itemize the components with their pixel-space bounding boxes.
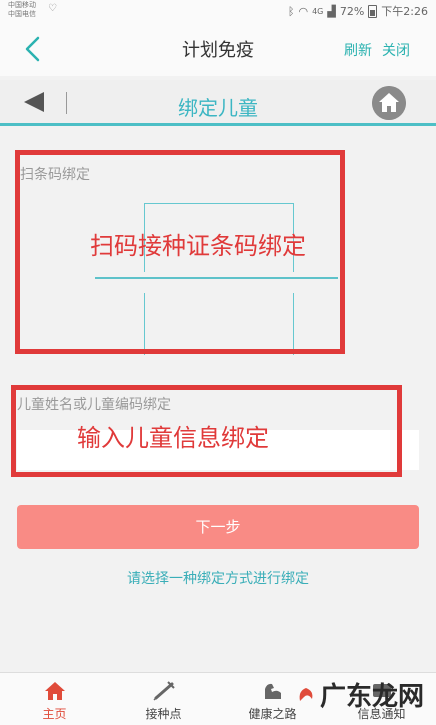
carrier-names: 中国移动 中国电信	[8, 1, 36, 19]
close-button[interactable]: 关闭	[382, 40, 410, 60]
status-bar: 中国移动 中国电信 ♡ ᛒ ◠ 4G ▟ 72% 下午2:26	[0, 0, 436, 22]
watermark: 广东龙网	[296, 676, 424, 713]
wifi-icon: ◠	[298, 4, 309, 18]
carrier-2: 中国电信	[8, 10, 36, 18]
home-icon[interactable]	[372, 86, 406, 120]
muscle-arm-icon	[264, 683, 281, 699]
house-icon	[44, 682, 65, 700]
back-chevron-icon[interactable]	[22, 35, 44, 63]
tab-home[interactable]: 主页	[0, 673, 109, 725]
refresh-button[interactable]: 刷新	[344, 40, 372, 60]
carrier-1: 中国移动	[8, 1, 36, 9]
header-underline	[0, 123, 436, 126]
battery-percent: 72%	[339, 4, 365, 18]
next-step-button[interactable]: 下一步	[17, 505, 419, 549]
tab-home-label: 主页	[42, 707, 67, 721]
watermark-text: 广东龙网	[320, 682, 425, 712]
name-label: 儿童姓名或儿童编码绑定	[17, 397, 171, 413]
binding-hint: 请选择一种绑定方式进行绑定	[127, 571, 309, 587]
heart-icon: ♡	[48, 3, 57, 14]
tab-vaccination-site-label: 接种点	[145, 707, 182, 721]
signal-label: 4G	[312, 6, 324, 16]
name-annotation: 输入儿童信息绑定	[77, 424, 269, 452]
time: 下午2:26	[381, 5, 428, 18]
system-indicators: ᛒ ◠ 4G ▟ 72% 下午2:26	[288, 3, 428, 19]
sub-header: 绑定儿童	[0, 80, 436, 126]
battery-icon	[368, 4, 378, 18]
signal-icon: ▟	[327, 4, 336, 18]
app-bar: 计划免疫 刷新 关闭	[0, 22, 436, 76]
scan-annotation: 扫码接种证条码绑定	[90, 232, 306, 260]
tab-vaccination-site[interactable]: 接种点	[109, 673, 218, 725]
watermark-logo-icon	[299, 687, 313, 701]
app-actions: 刷新 关闭	[344, 40, 410, 60]
syringe-icon	[152, 681, 175, 701]
bluetooth-icon: ᛒ	[287, 4, 295, 18]
sub-header-title: 绑定儿童	[178, 96, 258, 120]
